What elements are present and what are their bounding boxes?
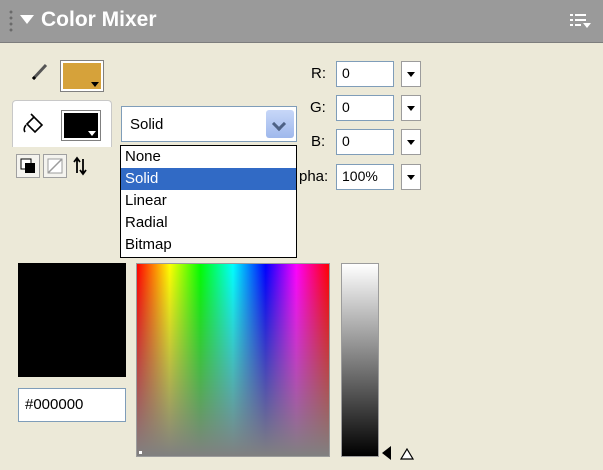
spectrum-cursor	[139, 451, 142, 454]
g-field[interactable]: 0	[336, 95, 394, 121]
option-radial[interactable]: Radial	[121, 212, 296, 234]
option-solid[interactable]: Solid	[121, 168, 296, 190]
panel-title: Color Mixer	[41, 8, 157, 31]
option-none[interactable]: None	[121, 146, 296, 168]
g-label: G:	[310, 99, 326, 116]
stroke-color-swatch[interactable]	[60, 60, 104, 92]
gripper-icon[interactable]	[8, 9, 14, 33]
option-bitmap[interactable]: Bitmap	[121, 234, 296, 256]
color-spectrum[interactable]	[136, 263, 330, 457]
brightness-pointer-icon[interactable]	[382, 446, 391, 460]
fill-color-swatch[interactable]	[61, 110, 101, 141]
panel-menu-icon[interactable]	[570, 13, 592, 29]
b-slider-button[interactable]	[401, 129, 421, 155]
chevron-down-icon	[91, 82, 99, 87]
fill-type-value: Solid	[130, 116, 164, 133]
r-label: R:	[311, 65, 326, 82]
r-field[interactable]: 0	[336, 61, 394, 87]
r-slider-button[interactable]	[401, 61, 421, 87]
g-slider-button[interactable]	[401, 95, 421, 121]
alpha-field[interactable]: 100%	[336, 164, 394, 190]
black-white-icon[interactable]	[16, 154, 40, 178]
b-field[interactable]: 0	[336, 129, 394, 155]
alpha-slider-button[interactable]	[401, 164, 421, 190]
fill-type-select[interactable]: Solid	[121, 106, 297, 142]
chevron-down-icon[interactable]	[266, 110, 294, 138]
brightness-slider[interactable]	[341, 263, 379, 457]
alpha-label: pha:	[299, 168, 329, 185]
pencil-icon[interactable]	[30, 62, 50, 82]
paint-bucket-icon[interactable]	[21, 112, 47, 138]
color-preview	[18, 263, 126, 377]
swap-colors-icon[interactable]	[68, 154, 92, 178]
collapse-arrow-icon[interactable]	[20, 15, 34, 24]
b-label: B:	[311, 133, 326, 150]
fill-type-list[interactable]: None Solid Linear Radial Bitmap	[120, 145, 297, 258]
hex-input[interactable]: #000000	[18, 388, 126, 422]
no-color-icon[interactable]	[43, 154, 67, 178]
chevron-down-icon	[88, 131, 96, 136]
option-linear[interactable]: Linear	[121, 190, 296, 212]
panel-titlebar[interactable]: Color Mixer	[0, 0, 603, 43]
